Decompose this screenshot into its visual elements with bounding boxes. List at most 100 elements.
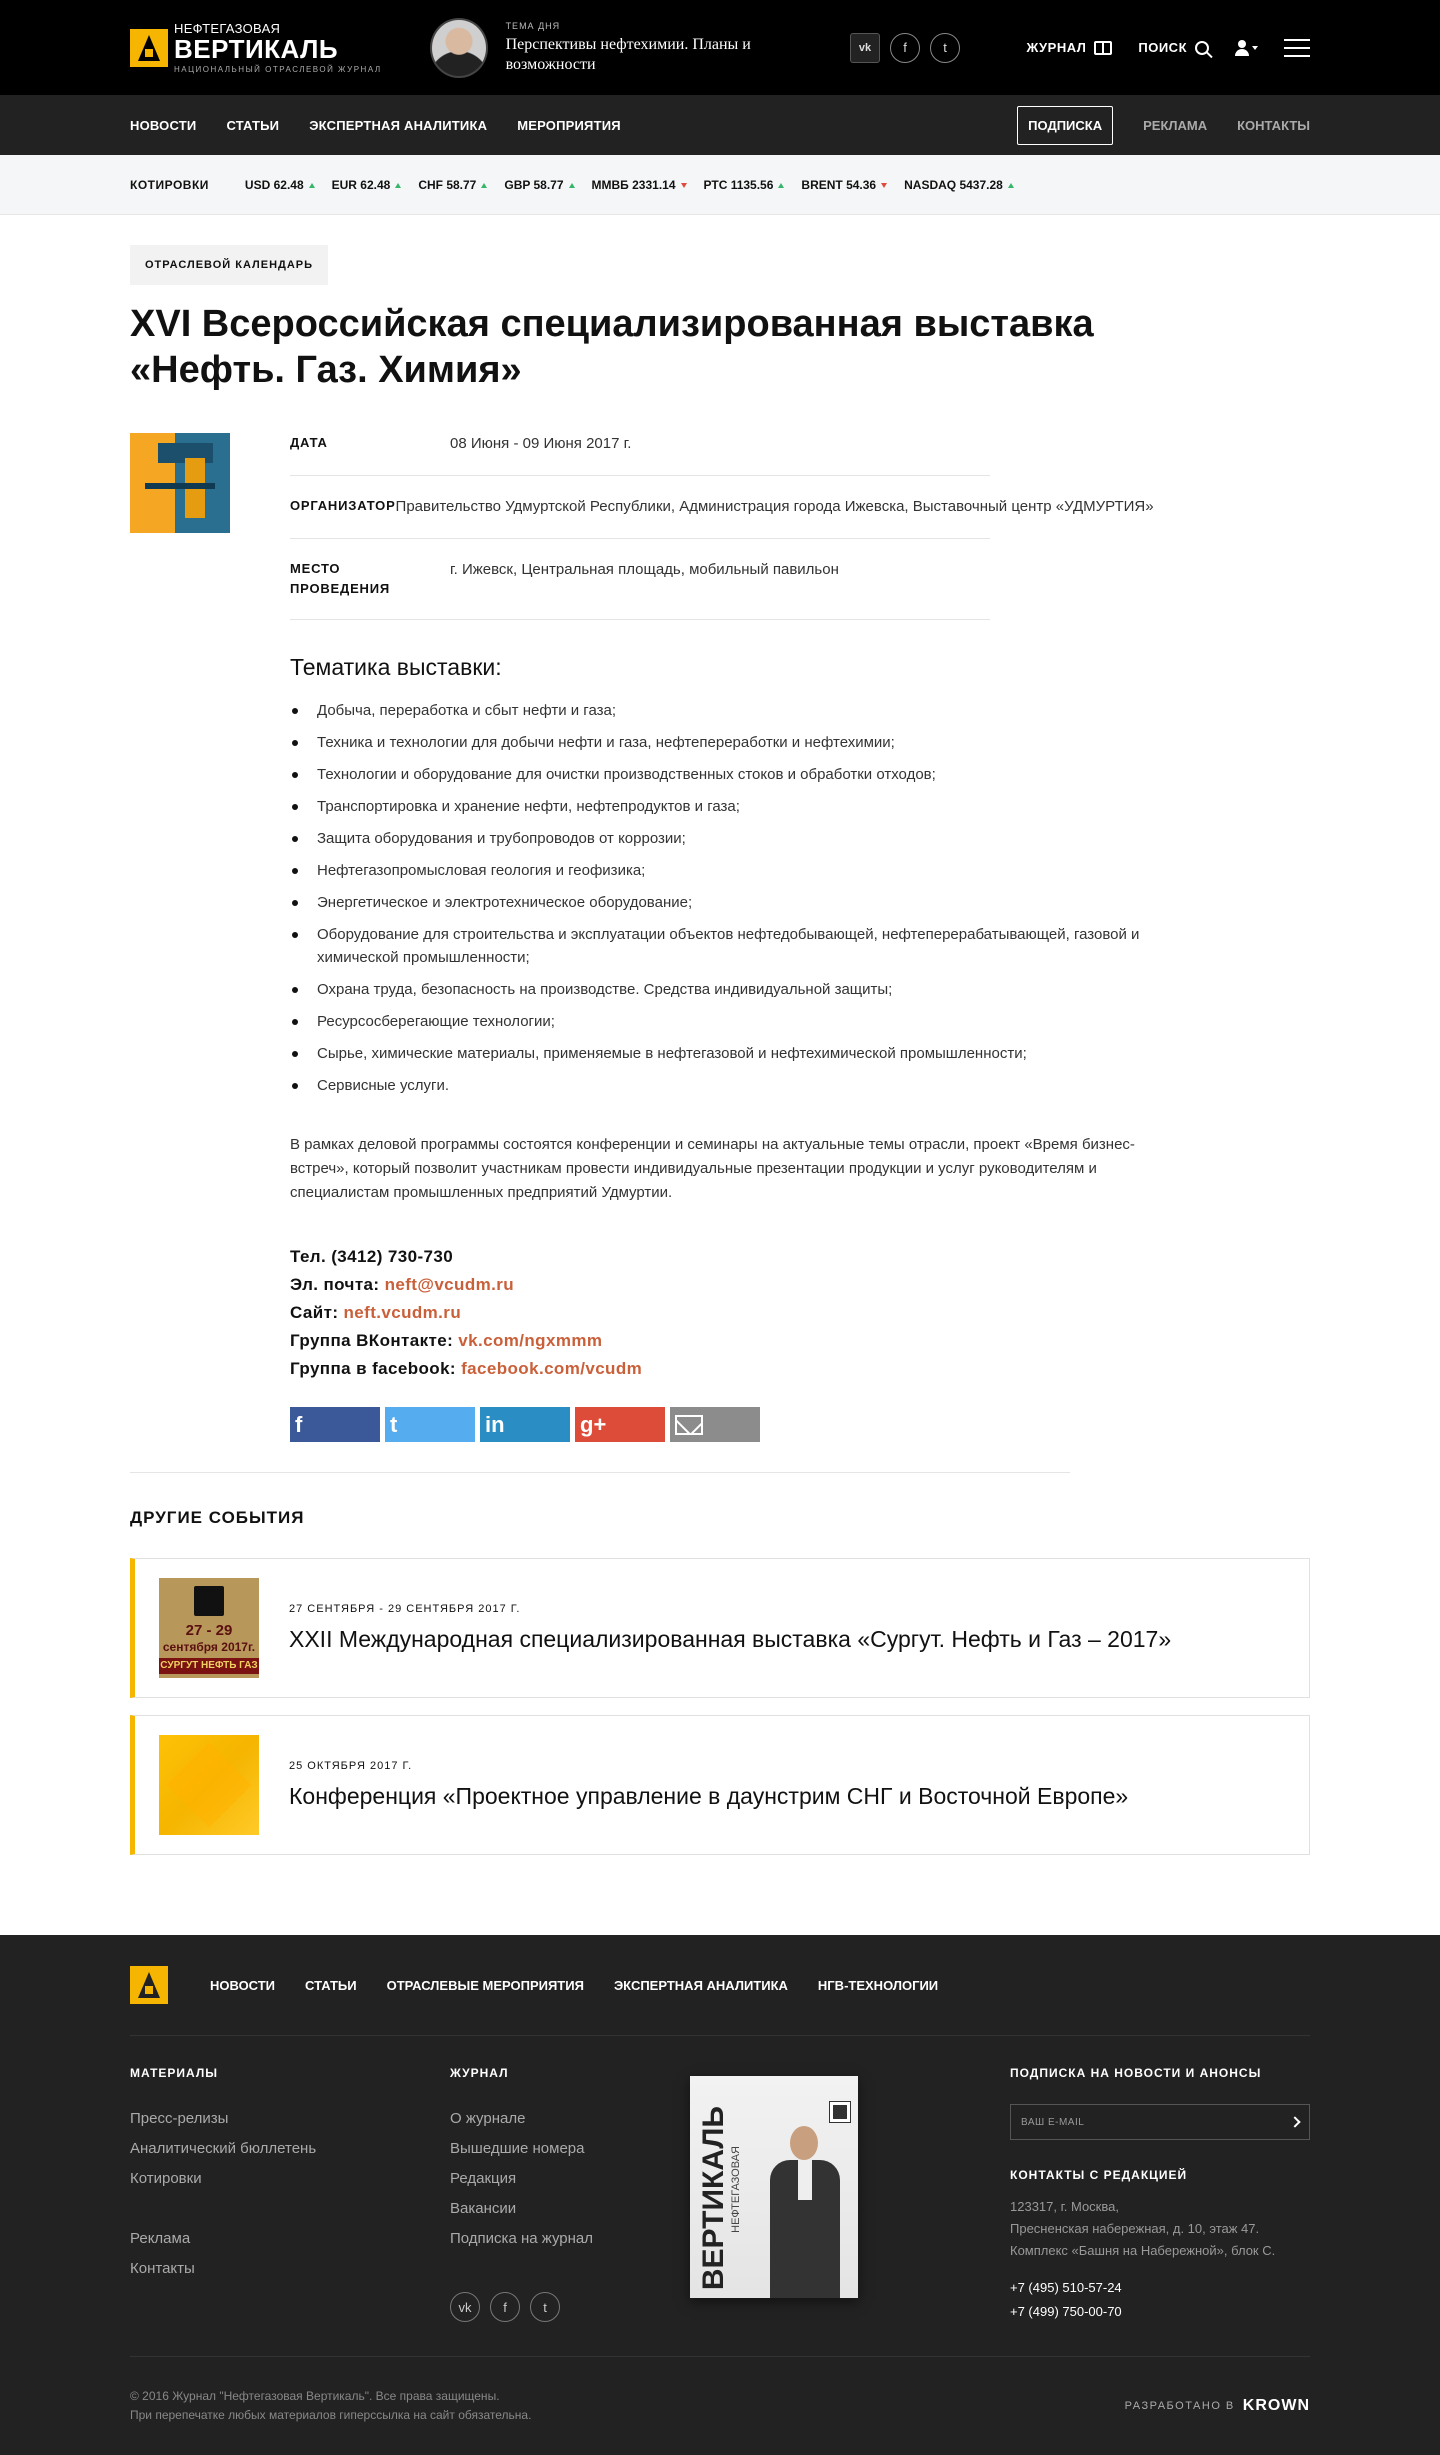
main-nav: НОВОСТИ СТАТЬИ ЭКСПЕРТНАЯ АНАЛИТИКА МЕРО…: [0, 95, 1440, 155]
footer-nav-analytics[interactable]: ЭКСПЕРТНАЯ АНАЛИТИКА: [614, 1978, 788, 1993]
qr-code-icon: [829, 2101, 851, 2123]
footer-logo-icon[interactable]: [130, 1966, 168, 2004]
nav-item-analytics[interactable]: ЭКСПЕРТНАЯ АНАЛИТИКА: [309, 118, 487, 133]
footer-link[interactable]: Вакансии: [450, 2194, 690, 2224]
footer-link[interactable]: Подписка на журнал: [450, 2224, 690, 2254]
quote-item[interactable]: NASDAQ 5437.28: [904, 178, 1014, 192]
facebook-icon[interactable]: f: [890, 32, 920, 63]
contact-email-label: Эл. почта:: [290, 1275, 385, 1294]
category-badge[interactable]: ОТРАСЛЕВОЙ КАЛЕНДАРЬ: [130, 245, 329, 285]
facebook-icon[interactable]: f: [490, 2292, 520, 2322]
image-caption: 27 - 29: [185, 1622, 233, 1639]
user-menu-button[interactable]: [1235, 39, 1258, 56]
arrow-up-icon: [1007, 182, 1014, 188]
event-logo-image: [130, 433, 230, 533]
quote-item[interactable]: GBP 58.77: [504, 178, 575, 192]
nav-item-news[interactable]: НОВОСТИ: [130, 118, 196, 133]
meta-key: ОРГАНИЗАТОР: [290, 498, 396, 513]
copyright-note: При перепечатке любых материалов гиперсс…: [130, 2408, 532, 2422]
footer-contacts-heading: КОНТАКТЫ С РЕДАКЦИЕЙ: [1010, 2168, 1188, 2182]
footer-subscribe-heading: ПОДПИСКА НА НОВОСТИ И АНОНСЫ: [1010, 2066, 1262, 2080]
logo-line2: ВЕРТИКАЛЬ: [174, 33, 339, 64]
share-email-button[interactable]: [670, 1407, 760, 1442]
footer-nav-ngv[interactable]: НГВ-ТЕХНОЛОГИИ: [818, 1978, 938, 1993]
contact-email-link[interactable]: neft@vcudm.ru: [385, 1275, 514, 1294]
nav-item-events[interactable]: МЕРОПРИЯТИЯ: [517, 118, 621, 133]
mail-icon: [675, 1414, 703, 1435]
footer-link[interactable]: Пресс-релизы: [130, 2104, 450, 2134]
event-card-title: XXII Международная специализированная вы…: [289, 1626, 1172, 1652]
quote-item[interactable]: ММВБ 2331.14: [592, 178, 687, 192]
contact-site-label: Сайт:: [290, 1303, 344, 1322]
quote-item[interactable]: BRENT 54.36: [801, 178, 888, 192]
twitter-icon[interactable]: t: [930, 32, 960, 63]
twitter-icon[interactable]: t: [530, 2292, 560, 2322]
footer-link[interactable]: Вышедшие номера: [450, 2134, 690, 2164]
quote-item[interactable]: РТС 1135.56: [704, 178, 785, 192]
topic-item: Охрана труда, безопасность на производст…: [290, 978, 1150, 1001]
footer-journal-heading: ЖУРНАЛ: [450, 2066, 509, 2080]
footer-link[interactable]: О журнале: [450, 2104, 690, 2134]
quote-item[interactable]: CHF 58.77: [418, 178, 488, 192]
quote-item[interactable]: USD 62.48: [245, 178, 315, 192]
subscribe-button[interactable]: ПОДПИСКА: [1017, 105, 1114, 145]
event-card[interactable]: 27 - 29 сентября 2017г. СУРГУТ НЕФТЬ ГАЗ…: [130, 1558, 1310, 1698]
share-twitter-button[interactable]: t: [385, 1407, 475, 1442]
event-card-title: Конференция «Проектное управление в даун…: [289, 1783, 1129, 1809]
meta-value: 08 Июня - 09 Июня 2017 г.: [450, 435, 632, 452]
footer-nav-articles[interactable]: СТАТЬИ: [305, 1978, 357, 1993]
site-logo[interactable]: НЕФТЕГАЗОВАЯ ВЕРТИКАЛЬ НАЦИОНАЛЬНЫЙ ОТРА…: [130, 22, 430, 74]
footer-link[interactable]: Редакция: [450, 2164, 690, 2194]
header-social: vk f t: [850, 32, 960, 63]
search-button[interactable]: ПОИСК: [1138, 40, 1209, 55]
arrow-up-icon: [778, 182, 785, 188]
menu-icon[interactable]: [1284, 38, 1310, 57]
vk-icon[interactable]: vk: [850, 32, 880, 63]
contact-vk-link[interactable]: vk.com/ngxmmm: [458, 1331, 602, 1350]
book-icon: [1094, 40, 1113, 55]
contact-fb-link[interactable]: facebook.com/vcudm: [461, 1359, 642, 1378]
footer-link[interactable]: Котировки: [130, 2164, 450, 2194]
phone-link[interactable]: +7 (495) 510-57-24: [1010, 2276, 1310, 2300]
share-facebook-button[interactable]: f: [290, 1407, 380, 1442]
journal-link[interactable]: ЖУРНАЛ: [1026, 40, 1113, 55]
share-linkedin-button[interactable]: in: [480, 1407, 570, 1442]
footer-nav-events[interactable]: ОТРАСЛЕВЫЕ МЕРОПРИЯТИЯ: [387, 1978, 584, 1993]
topic-item: Энергетическое и электротехническое обор…: [290, 891, 1150, 914]
footer-link[interactable]: Аналитический бюллетень: [130, 2134, 450, 2164]
vk-icon[interactable]: vk: [450, 2292, 480, 2322]
address-line: Пресненская набережная, д. 10, этаж 47.: [1010, 2221, 1260, 2236]
submit-arrow-icon[interactable]: [1289, 2116, 1301, 2128]
developer-credit[interactable]: РАЗРАБОТАНО В KROWN: [1125, 2397, 1310, 2415]
meta-organizer: ОРГАНИЗАТОР Правительство Удмуртской Рес…: [290, 496, 1154, 539]
event-card-date: 27 СЕНТЯБРЯ - 29 СЕНТЯБРЯ 2017 Г.: [289, 1603, 521, 1615]
nav-item-articles[interactable]: СТАТЬИ: [226, 118, 279, 133]
quotes-label: КОТИРОВКИ: [130, 178, 209, 192]
logo-tagline: НАЦИОНАЛЬНЫЙ ОТРАСЛЕВОЙ ЖУРНАЛ: [174, 64, 382, 74]
footer-nav-news[interactable]: НОВОСТИ: [210, 1978, 275, 1993]
caret-down-icon: [1252, 45, 1258, 50]
event-card[interactable]: 25 ОКТЯБРЯ 2017 Г. Конференция «Проектно…: [130, 1715, 1310, 1855]
nav-item-ads[interactable]: РЕКЛАМА: [1143, 118, 1207, 133]
topic-item: Технологии и оборудование для очистки пр…: [290, 763, 1150, 786]
footer-link[interactable]: Реклама: [130, 2224, 450, 2254]
magazine-cover[interactable]: ВЕРТИКАЛЬ НЕФТЕГАЗОВАЯ: [690, 2076, 858, 2298]
contact-site-link[interactable]: neft.vcudm.ru: [344, 1303, 462, 1322]
quote-value: EUR 62.48: [331, 178, 391, 192]
phone-link[interactable]: +7 (499) 750-00-70: [1010, 2300, 1310, 2324]
nav-item-contacts[interactable]: КОНТАКТЫ: [1237, 118, 1310, 133]
newsletter-email-field[interactable]: ВАШ E-MAIL: [1010, 2104, 1310, 2140]
arrow-down-icon: [680, 182, 687, 188]
quote-item[interactable]: EUR 62.48: [332, 178, 402, 192]
event-contacts: Тел. (3412) 730-730 Эл. почта: neft@vcud…: [290, 1243, 990, 1383]
topic-item: Транспортировка и хранение нефти, нефтеп…: [290, 795, 1150, 818]
quote-value: РТС 1135.56: [703, 178, 774, 192]
event-card-image: [159, 1735, 259, 1835]
footer-link[interactable]: Контакты: [130, 2254, 450, 2284]
event-description: В рамках деловой программы состоятся кон…: [290, 1136, 1135, 1201]
topic-of-day[interactable]: ТЕМА ДНЯ Перспективы нефтехимии. Планы и…: [430, 17, 830, 78]
contact-fb-label: Группа в facebook:: [290, 1359, 462, 1378]
journal-label: ЖУРНАЛ: [1026, 40, 1087, 55]
contact-vk-label: Группа ВКонтакте:: [290, 1331, 459, 1350]
share-googleplus-button[interactable]: g+: [575, 1407, 665, 1442]
